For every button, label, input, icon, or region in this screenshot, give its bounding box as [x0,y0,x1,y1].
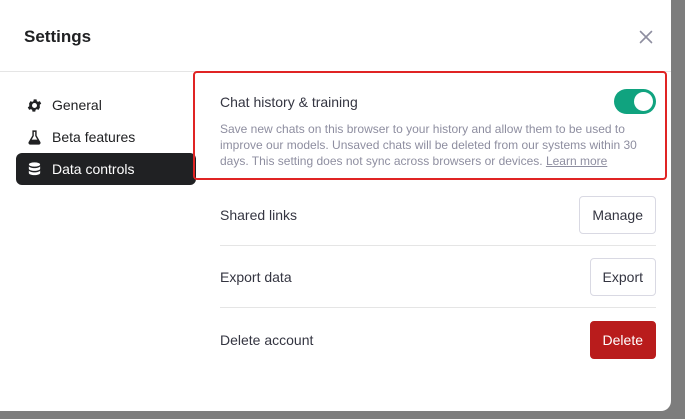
shared-links-row: Shared links Manage [220,184,656,246]
database-icon [25,160,43,178]
export-data-label: Export data [220,268,292,285]
export-button[interactable]: Export [589,257,656,296]
dialog-header: Settings [0,0,671,72]
settings-sidebar: General Beta features Data controls [16,89,196,185]
manage-button[interactable]: Manage [579,195,656,234]
sidebar-item-label: General [52,97,102,113]
chat-history-description: Save new chats on this browser to your h… [220,121,650,169]
export-data-row: Export data Export [220,246,656,308]
flask-icon [25,128,43,146]
delete-account-row: Delete account Delete [220,309,656,371]
sidebar-item-data-controls[interactable]: Data controls [16,153,196,185]
delete-button[interactable]: Delete [589,321,656,359]
sidebar-item-label: Data controls [52,161,135,177]
sidebar-item-beta-features[interactable]: Beta features [16,121,196,153]
sidebar-item-label: Beta features [52,129,136,145]
delete-account-label: Delete account [220,332,314,348]
sidebar-item-general[interactable]: General [16,89,196,121]
chat-history-title: Chat history & training [220,94,358,110]
gear-icon [25,96,43,114]
toggle-knob [634,92,653,111]
dialog-title: Settings [24,27,92,46]
learn-more-link[interactable]: Learn more [546,154,607,168]
settings-dialog: Settings General Beta features Data cont… [0,0,671,411]
chat-history-toggle[interactable] [614,89,656,114]
shared-links-label: Shared links [220,206,298,223]
close-icon[interactable] [634,25,658,49]
